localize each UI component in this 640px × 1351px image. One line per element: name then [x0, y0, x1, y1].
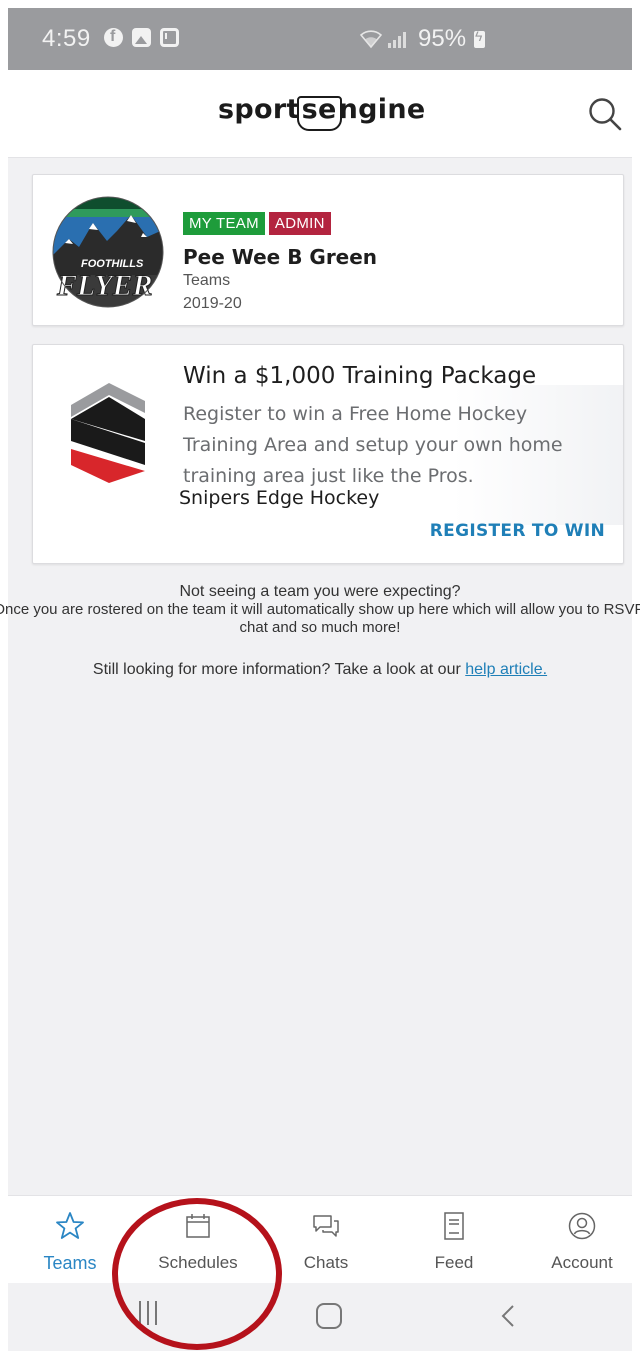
my-team-badge: MY TEAM	[183, 212, 265, 235]
team-badges: MY TEAM ADMIN	[183, 212, 331, 235]
back-icon[interactable]	[496, 1303, 522, 1329]
info-explanation: Once you are rostered on the team it wil…	[0, 601, 640, 636]
chat-icon	[313, 1215, 339, 1237]
app-header: sportsengine	[8, 70, 632, 158]
gallery-icon	[132, 28, 151, 47]
team-name: Pee Wee B Green	[183, 245, 378, 269]
snipers-edge-logo	[71, 383, 145, 483]
feed-icon	[444, 1212, 464, 1240]
nav-schedules-label: Schedules	[158, 1253, 238, 1272]
signal-icon	[388, 30, 406, 48]
wifi-icon	[360, 30, 382, 49]
status-right: 95%	[360, 25, 486, 53]
home-button[interactable]	[316, 1303, 342, 1329]
help-article-link[interactable]: help article.	[465, 661, 547, 678]
info-question: Not seeing a team you were expecting?	[179, 583, 461, 600]
promo-body: Register to win a Free Home Hockey Train…	[183, 403, 563, 487]
team-card[interactable]: FOOTHILLS FLYER MY TEAM ADMIN Pee Wee B …	[32, 174, 624, 326]
status-bar: 4:59 95%	[8, 8, 632, 70]
promo-title: Win a $1,000 Training Package	[183, 363, 537, 389]
nav-teams[interactable]: Teams	[8, 1196, 132, 1284]
nav-chats[interactable]: Chats	[264, 1196, 388, 1284]
mail-icon	[160, 28, 179, 47]
nav-account[interactable]: Account	[520, 1196, 640, 1284]
info-section: Not seeing a team you were expecting? On…	[0, 583, 640, 679]
account-icon	[568, 1212, 596, 1240]
search-icon[interactable]	[585, 94, 625, 134]
sportsengine-logo: sportsengine	[218, 94, 426, 131]
nav-chats-label: Chats	[303, 1253, 349, 1272]
team-logo: FOOTHILLS FLYER	[52, 196, 164, 308]
promo-card[interactable]: Win a $1,000 Training Package Register t…	[32, 344, 624, 564]
battery-charging-icon	[474, 28, 486, 48]
calendar-icon	[186, 1214, 210, 1238]
svg-text:FLYER: FLYER	[56, 269, 153, 302]
star-icon	[56, 1212, 84, 1239]
nav-feed-label: Feed	[434, 1253, 474, 1272]
battery-percent: 95%	[418, 25, 467, 52]
register-to-win-button[interactable]: REGISTER TO WIN	[430, 521, 605, 541]
bottom-nav: Teams Schedules Chats Feed Account	[8, 1195, 632, 1283]
nav-schedules[interactable]: Schedules	[136, 1196, 260, 1284]
nav-teams-label: Teams	[43, 1253, 97, 1273]
status-time: 4:59	[42, 25, 91, 52]
notification-icons	[104, 28, 179, 47]
logo-text-before: sport	[218, 94, 300, 125]
info-more: Still looking for more information? Take…	[0, 661, 640, 679]
nav-feed[interactable]: Feed	[392, 1196, 516, 1284]
logo-text-after: ngine	[338, 94, 426, 125]
promo-sponsor: Snipers Edge Hockey	[179, 487, 380, 509]
recents-button[interactable]	[135, 1301, 165, 1327]
facebook-icon	[104, 28, 123, 47]
teams-content: FOOTHILLS FLYER MY TEAM ADMIN Pee Wee B …	[0, 158, 640, 1195]
system-nav-bar	[8, 1283, 632, 1351]
logo-text-highlight: se	[296, 94, 342, 131]
team-season: 2019-20	[183, 295, 242, 312]
admin-badge: ADMIN	[268, 212, 331, 235]
nav-account-label: Account	[551, 1253, 613, 1272]
info-more-prefix: Still looking for more information? Take…	[92, 661, 466, 678]
team-type: Teams	[183, 272, 231, 289]
